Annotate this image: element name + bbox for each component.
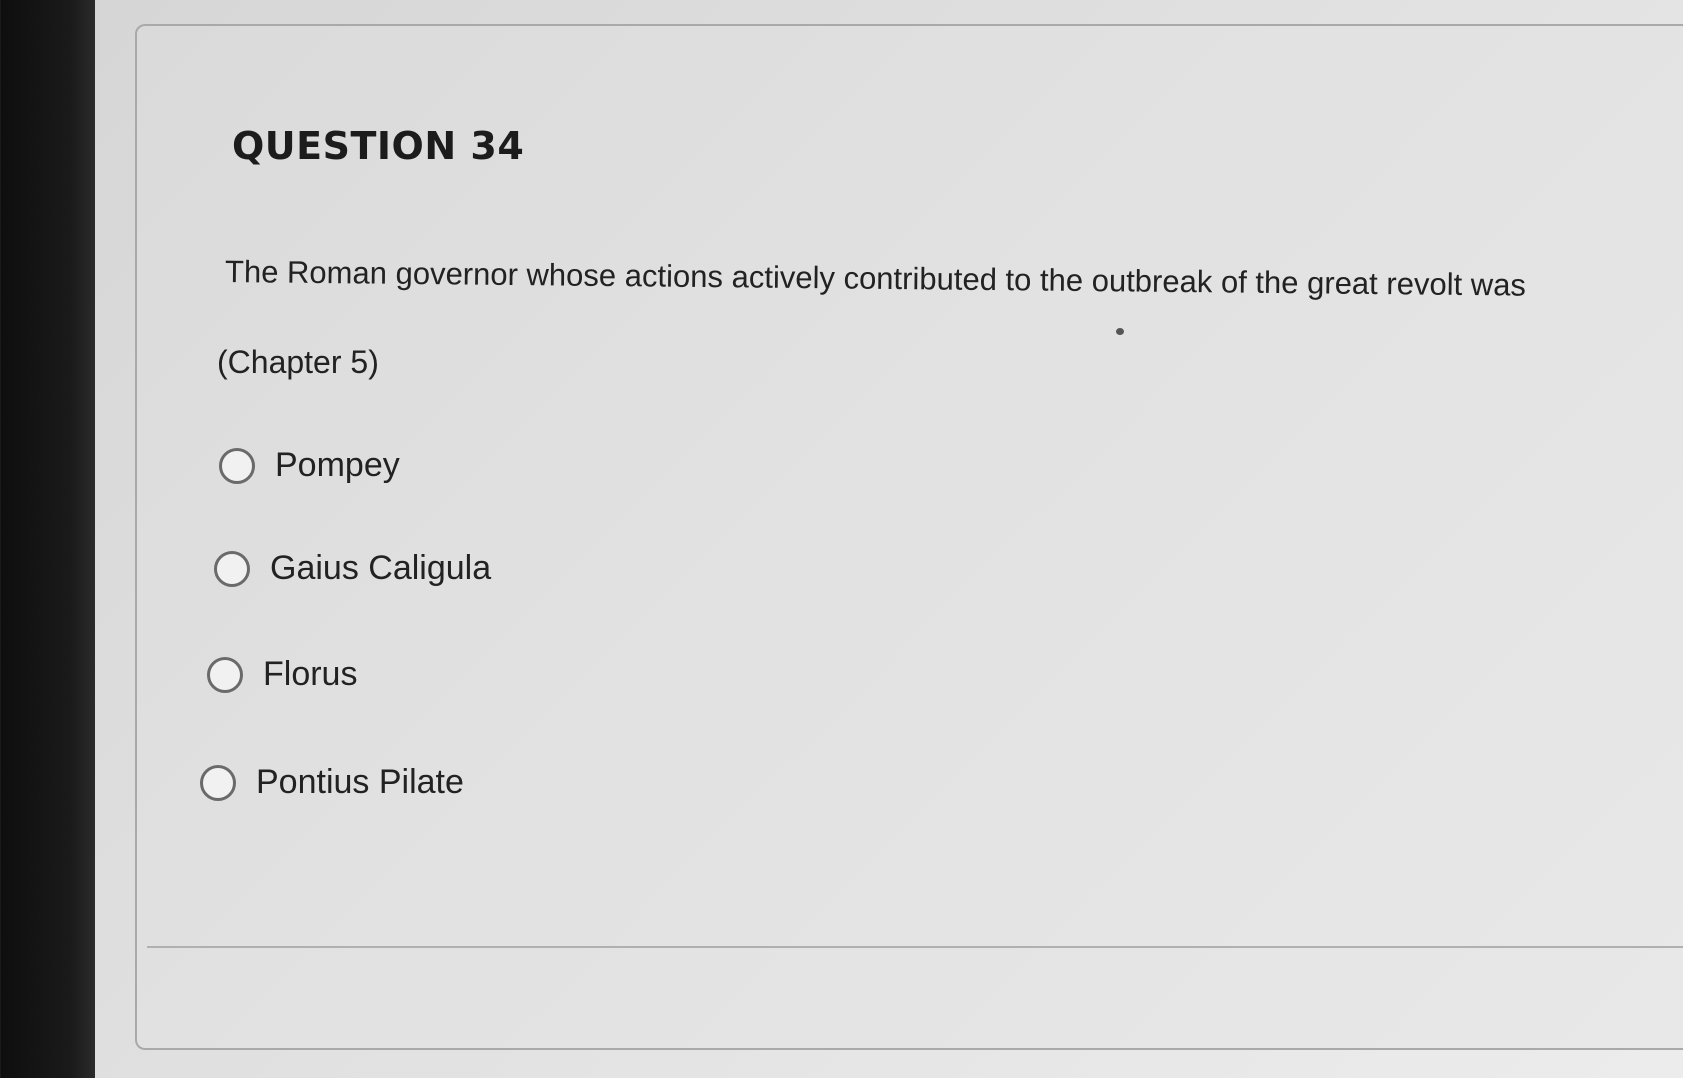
section-divider — [147, 946, 1683, 948]
option-label: Pontius Pilate — [256, 763, 464, 801]
radio-button[interactable] — [200, 764, 236, 801]
screen: QUESTION 34 The Roman governor whose act… — [95, 0, 1683, 1078]
option-label: Florus — [263, 655, 358, 693]
answer-option-gaius-caligula[interactable]: Gaius Caligula — [214, 549, 491, 588]
radio-button[interactable] — [214, 550, 250, 587]
question-card: QUESTION 34 The Roman governor whose act… — [135, 24, 1683, 1050]
question-title: QUESTION 34 — [232, 124, 525, 168]
question-text: The Roman governor whose actions activel… — [224, 254, 1527, 303]
question-chapter: (Chapter 5) — [217, 344, 379, 380]
answer-option-pontius-pilate[interactable]: Pontius Pilate — [200, 763, 464, 802]
radio-button[interactable] — [219, 447, 255, 484]
option-label: Gaius Caligula — [270, 549, 492, 587]
answer-option-florus[interactable]: Florus — [207, 655, 357, 694]
screen-speck — [1116, 328, 1124, 335]
option-label: Pompey — [275, 446, 400, 484]
radio-button[interactable] — [207, 656, 243, 693]
answer-option-pompey[interactable]: Pompey — [219, 446, 400, 485]
